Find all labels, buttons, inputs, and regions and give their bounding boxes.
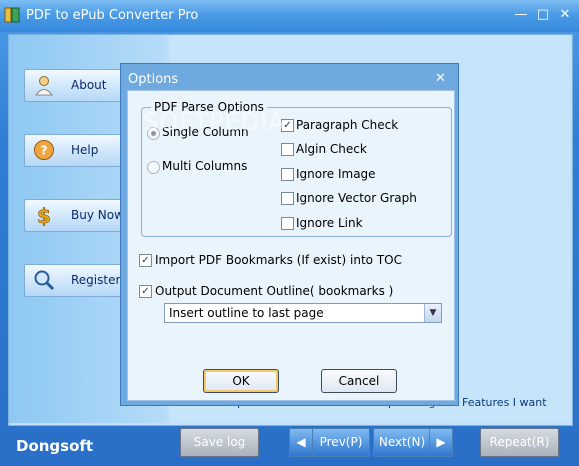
magnifier-icon — [34, 270, 55, 291]
dialog-title: Options — [128, 72, 179, 87]
output-outline-checkbox[interactable]: ✓ — [139, 285, 152, 298]
ok-button[interactable]: OK — [203, 369, 279, 393]
title-bar: PDF to ePub Converter Pro — □ ✕ — [0, 0, 579, 32]
algin-check-label: Algin Check — [296, 142, 367, 156]
maximize-button[interactable]: □ — [536, 8, 550, 22]
multi-columns-radio[interactable] — [147, 161, 160, 174]
chevron-down-icon[interactable]: ▼ — [424, 304, 441, 322]
output-outline-label: Output Document Outline( bookmarks ) — [155, 284, 394, 298]
next-arrow-icon[interactable]: ▶ — [429, 428, 453, 457]
brand-logo: Dongsoft — [16, 437, 94, 455]
minimize-button[interactable]: — — [514, 8, 528, 22]
svg-text:$: $ — [37, 204, 51, 226]
algin-check-checkbox[interactable] — [281, 143, 294, 156]
sidebar-item-label: Help — [71, 143, 99, 157]
sidebar-item-label: Register — [71, 273, 121, 287]
outline-select[interactable]: Insert outline to last page ▼ — [164, 303, 442, 323]
import-bookmarks-checkbox[interactable]: ✓ — [139, 254, 152, 267]
repeat-button[interactable]: Repeat(R) — [480, 428, 559, 457]
ignore-vector-graph-label: Ignore Vector Graph — [296, 191, 417, 205]
person-icon — [35, 76, 53, 96]
svg-text:?: ? — [41, 144, 48, 158]
cancel-button[interactable]: Cancel — [321, 369, 397, 393]
help-icon: ? — [34, 140, 54, 160]
ignore-link-checkbox[interactable] — [281, 217, 294, 230]
save-log-button[interactable]: Save log — [180, 428, 259, 457]
ignore-vector-graph-checkbox[interactable] — [281, 192, 294, 205]
ignore-image-checkbox[interactable] — [281, 168, 294, 181]
import-bookmarks-label: Import PDF Bookmarks (If exist) into TOC — [155, 253, 402, 267]
ignore-link-label: Ignore Link — [296, 216, 363, 230]
prev-button[interactable]: Prev(P) — [312, 428, 370, 457]
app-icon — [4, 7, 20, 23]
outline-select-value: Insert outline to last page — [169, 306, 324, 320]
dialog-body: PDF Parse Options Single Column Multi Co… — [127, 90, 455, 401]
multi-columns-label: Multi Columns — [162, 159, 248, 173]
features-link[interactable]: Features I want — [462, 396, 547, 409]
ignore-image-label: Ignore Image — [296, 167, 376, 181]
close-button[interactable]: ✕ — [558, 8, 572, 22]
sidebar-item-label: About — [71, 78, 107, 92]
paragraph-check-label: Paragraph Check — [296, 118, 399, 132]
dollar-icon: $ — [37, 204, 52, 226]
dialog-close-icon[interactable]: ✕ — [435, 71, 446, 86]
next-button[interactable]: Next(N) — [373, 428, 431, 457]
watermark: SOFTPEDIA — [143, 108, 286, 136]
window-title: PDF to ePub Converter Pro — [26, 8, 199, 23]
sidebar-item-label: Buy Now — [71, 208, 124, 222]
prev-arrow-icon[interactable]: ◀ — [289, 428, 313, 457]
